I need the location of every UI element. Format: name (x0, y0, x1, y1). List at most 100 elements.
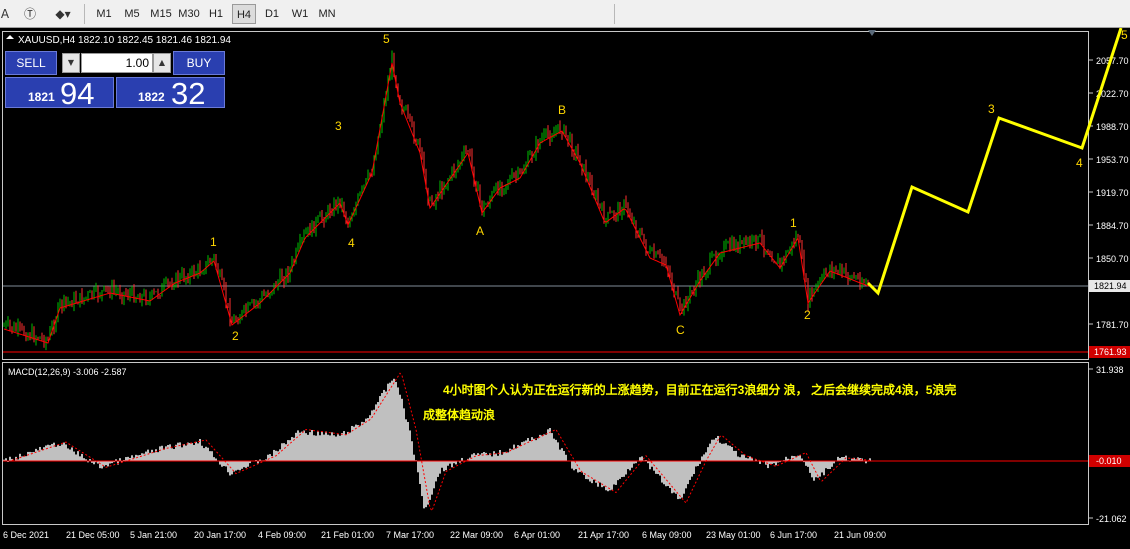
candle-body (851, 275, 853, 278)
candle-body (405, 109, 407, 111)
candle-body (495, 183, 497, 190)
tf-m15-button[interactable]: M15 (148, 4, 174, 24)
candle-body (587, 177, 589, 179)
lot-increase-button[interactable]: ▲ (153, 53, 171, 73)
macd-bar (47, 444, 49, 461)
candle-body (741, 240, 743, 243)
candle-body (47, 339, 49, 341)
candle-body (59, 301, 61, 305)
candle-body (261, 294, 263, 300)
macd-bar (311, 429, 313, 461)
macd-bar (593, 461, 595, 480)
candle-body (719, 255, 721, 257)
macd-bar (641, 456, 643, 461)
candle-body (557, 124, 559, 131)
candle-body (761, 235, 763, 240)
candle-body (627, 203, 629, 213)
candle-body (613, 211, 615, 216)
macd-bar (439, 461, 441, 474)
macd-bar (501, 454, 503, 461)
tf-h1-button[interactable]: H1 (204, 4, 228, 24)
candle-body (359, 192, 361, 196)
candle-body (643, 233, 645, 243)
candle-body (75, 295, 77, 303)
tf-m30-button[interactable]: M30 (176, 4, 202, 24)
candle-body (815, 286, 817, 289)
tf-w1-button[interactable]: W1 (288, 4, 312, 24)
macd-bar (159, 446, 161, 461)
text-cursor-icon[interactable]: A (0, 4, 10, 24)
chart-shift-marker[interactable] (868, 30, 876, 36)
candle-body (865, 281, 867, 283)
lot-decrease-button[interactable]: ▼ (62, 53, 80, 73)
candle-body (245, 306, 247, 312)
candle-body (817, 282, 819, 287)
tf-h4-button[interactable]: H4 (232, 4, 256, 24)
tf-m5-button[interactable]: M5 (120, 4, 144, 24)
price-tick: 1850.70 (1089, 254, 1129, 264)
elliott-projection-line[interactable] (866, 28, 1123, 296)
time-tick-label: 6 May 09:00 (642, 530, 692, 540)
price-tick: 1781.70 (1089, 320, 1129, 330)
macd-bar (775, 461, 777, 466)
macd-bar (419, 461, 421, 485)
candle-body (281, 273, 283, 281)
candle-body (809, 290, 811, 307)
candle-body (639, 233, 641, 235)
candle-body (757, 236, 759, 248)
macd-bar (227, 461, 229, 473)
macd-bar (829, 461, 831, 470)
candle-body (63, 296, 65, 308)
macd-bar (269, 454, 271, 461)
candle-body (227, 303, 229, 305)
chart-toolbar: A Ⓣ ◆▾ M1 M5 M15 M30 H1 H4 D1 W1 MN (0, 0, 1130, 28)
macd-bar (813, 461, 815, 481)
macd-tick-label: -21.062 (1096, 514, 1127, 524)
candle-body (595, 193, 597, 197)
shapes-dropdown-icon[interactable]: ◆▾ (50, 4, 76, 24)
candle-body (249, 302, 251, 304)
macd-bar (627, 461, 629, 470)
tf-d1-button[interactable]: D1 (260, 4, 284, 24)
candle-body (265, 293, 267, 296)
candle-body (583, 164, 585, 171)
candle-body (465, 150, 467, 152)
candle-body (545, 129, 547, 133)
macd-bar (681, 461, 683, 498)
macd-bar (805, 461, 807, 466)
candle-body (725, 243, 727, 245)
candle-body (11, 326, 13, 331)
candle-body (85, 297, 87, 299)
macd-bar (51, 443, 53, 461)
macd-bar (25, 456, 27, 461)
candle-body (223, 279, 225, 288)
macd-bar (171, 448, 173, 461)
candle-body (165, 279, 167, 283)
candle-body (763, 239, 765, 252)
candle-body (819, 281, 821, 283)
candle-body (731, 240, 733, 250)
macd-bar (631, 461, 633, 468)
candle-body (811, 290, 813, 297)
macd-bar (369, 415, 371, 461)
lot-size-input[interactable]: 1.00 (81, 53, 153, 73)
macd-bar (541, 435, 543, 461)
tf-m1-button[interactable]: M1 (92, 4, 116, 24)
sell-button[interactable]: SELL (5, 51, 57, 75)
candle-body (841, 267, 843, 274)
text-label-icon[interactable]: Ⓣ (22, 4, 38, 24)
bid-price-box[interactable]: 1821 94 (5, 76, 114, 111)
candle-body (857, 276, 859, 278)
tf-mn-button[interactable]: MN (314, 4, 340, 24)
candle-body (209, 260, 211, 264)
macd-bar (545, 434, 547, 461)
macd-bar (443, 461, 445, 472)
candle-body (477, 186, 479, 191)
macd-bar (67, 448, 69, 461)
ask-price-box[interactable]: 1822 32 (116, 76, 225, 111)
candle-body (197, 265, 199, 274)
candle-body (541, 137, 543, 140)
candle-body (845, 268, 847, 274)
buy-button[interactable]: BUY (173, 51, 225, 75)
candle-body (181, 272, 183, 275)
